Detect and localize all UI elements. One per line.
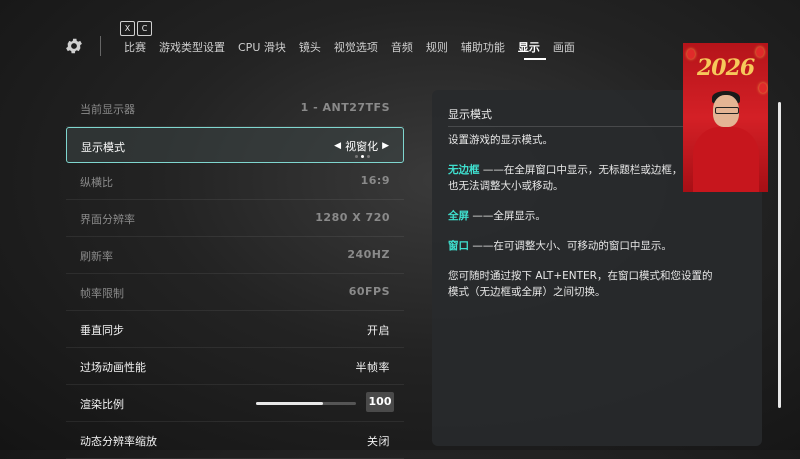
setting-aspect-ratio: 纵横比 16:9 [66, 163, 404, 200]
setting-value: 60FPS [348, 285, 390, 298]
info-tip: 您可随时通过按下 ALT+ENTER，在窗口模式和您设置的模式（无边框或全屏）之… [448, 270, 713, 298]
info-text: ——在可调整大小、可移动的窗口中显示。 [469, 240, 672, 252]
setting-label: 显示模式 [81, 141, 125, 154]
tab-game-type[interactable]: 游戏类型设置 [159, 39, 225, 55]
overlay-year: 2026 [697, 55, 755, 81]
info-text: ——在全屏窗口中显示，无标题栏或边框，也无法调整大小或移动。 [448, 164, 683, 192]
settings-list: 当前显示器 1 - ANT27TFS 显示模式 ◀ 视窗化 ▶ 纵横比 16:9… [66, 90, 404, 459]
setting-value: 半帧率 [355, 361, 390, 374]
setting-value: 240HZ [347, 248, 390, 261]
setting-dynamic-resolution[interactable]: 动态分辨率缩放 关闭 [66, 422, 404, 459]
setting-label: 纵横比 [80, 176, 113, 189]
option-page-dots [355, 155, 370, 158]
setting-value: 1 - ANT27TFS [300, 101, 390, 114]
info-fullscreen: 全屏 ——全屏显示。 [448, 208, 686, 224]
info-key: 窗口 [448, 240, 469, 252]
setting-label: 动态分辨率缩放 [80, 435, 157, 448]
setting-value: 关闭 [367, 435, 390, 448]
setting-resolution: 界面分辨率 1280 X 720 [66, 200, 404, 237]
setting-label: 帧率限制 [80, 287, 124, 300]
tab-visual[interactable]: 视觉选项 [334, 39, 378, 55]
render-scale-slider[interactable] [256, 402, 356, 405]
tab-cpu-slider[interactable]: CPU 滑块 [238, 39, 286, 55]
lantern-icon [687, 49, 695, 59]
info-description: 设置游戏的显示模式。 [448, 134, 553, 146]
key-hint-c: C [137, 21, 152, 36]
gear-icon[interactable] [64, 36, 84, 56]
render-scale-value: 100 [366, 392, 394, 412]
setting-monitor: 当前显示器 1 - ANT27TFS [66, 90, 404, 127]
info-borderless: 无边框 ——在全屏窗口中显示，无标题栏或边框，也无法调整大小或移动。 [448, 162, 686, 194]
active-tab-indicator [524, 58, 546, 60]
glasses-icon [715, 107, 739, 114]
arrow-left-icon[interactable]: ◀ [334, 141, 341, 151]
tab-camera[interactable]: 镜头 [299, 39, 321, 55]
setting-vsync[interactable]: 垂直同步 开启 [66, 311, 404, 348]
key-hint-x: X [120, 21, 135, 36]
setting-display-mode[interactable]: 显示模式 ◀ 视窗化 ▶ [66, 127, 404, 163]
info-text: ——全屏显示。 [469, 210, 546, 222]
lantern-icon [759, 83, 767, 93]
setting-label: 界面分辨率 [80, 213, 135, 226]
display-mode-selector[interactable]: ◀ 视窗化 ▶ [334, 138, 389, 154]
top-nav: 比赛 游戏类型设置 CPU 滑块 镜头 视觉选项 音频 规则 辅助功能 显示 画… [124, 39, 588, 55]
setting-render-scale[interactable]: 渲染比例 100 [66, 385, 404, 422]
setting-frame-limit: 帧率限制 60FPS [66, 274, 404, 311]
person-body [693, 127, 759, 192]
scrollbar[interactable] [778, 102, 781, 408]
promo-overlay-image: 2026 [683, 43, 768, 192]
setting-refresh-rate: 刷新率 240HZ [66, 237, 404, 274]
info-window: 窗口 ——在可调整大小、可移动的窗口中显示。 [448, 238, 686, 254]
tab-display[interactable]: 显示 [518, 39, 540, 55]
setting-cutscene-performance[interactable]: 过场动画性能 半帧率 [66, 348, 404, 385]
info-title: 显示模式 [448, 108, 492, 121]
setting-value: 16:9 [360, 174, 390, 187]
tab-match[interactable]: 比赛 [124, 39, 146, 55]
tab-graphics[interactable]: 画面 [553, 39, 575, 55]
setting-label: 垂直同步 [80, 324, 124, 337]
nav-divider [100, 36, 101, 56]
lantern-icon [756, 47, 764, 57]
tab-audio[interactable]: 音频 [391, 39, 413, 55]
setting-label: 当前显示器 [80, 103, 135, 116]
tab-rules[interactable]: 规则 [426, 39, 448, 55]
setting-value: 1280 X 720 [315, 211, 390, 224]
info-key: 无边框 [448, 164, 480, 176]
setting-label: 过场动画性能 [80, 361, 146, 374]
arrow-right-icon[interactable]: ▶ [382, 141, 389, 151]
setting-label: 渲染比例 [80, 398, 124, 411]
setting-label: 刷新率 [80, 250, 113, 263]
scrollbar-thumb[interactable] [778, 102, 781, 408]
slider-fill [256, 402, 323, 405]
tab-accessibility[interactable]: 辅助功能 [461, 39, 505, 55]
setting-value: 开启 [367, 324, 390, 337]
setting-value: 视窗化 [345, 140, 379, 153]
info-key: 全屏 [448, 210, 469, 222]
